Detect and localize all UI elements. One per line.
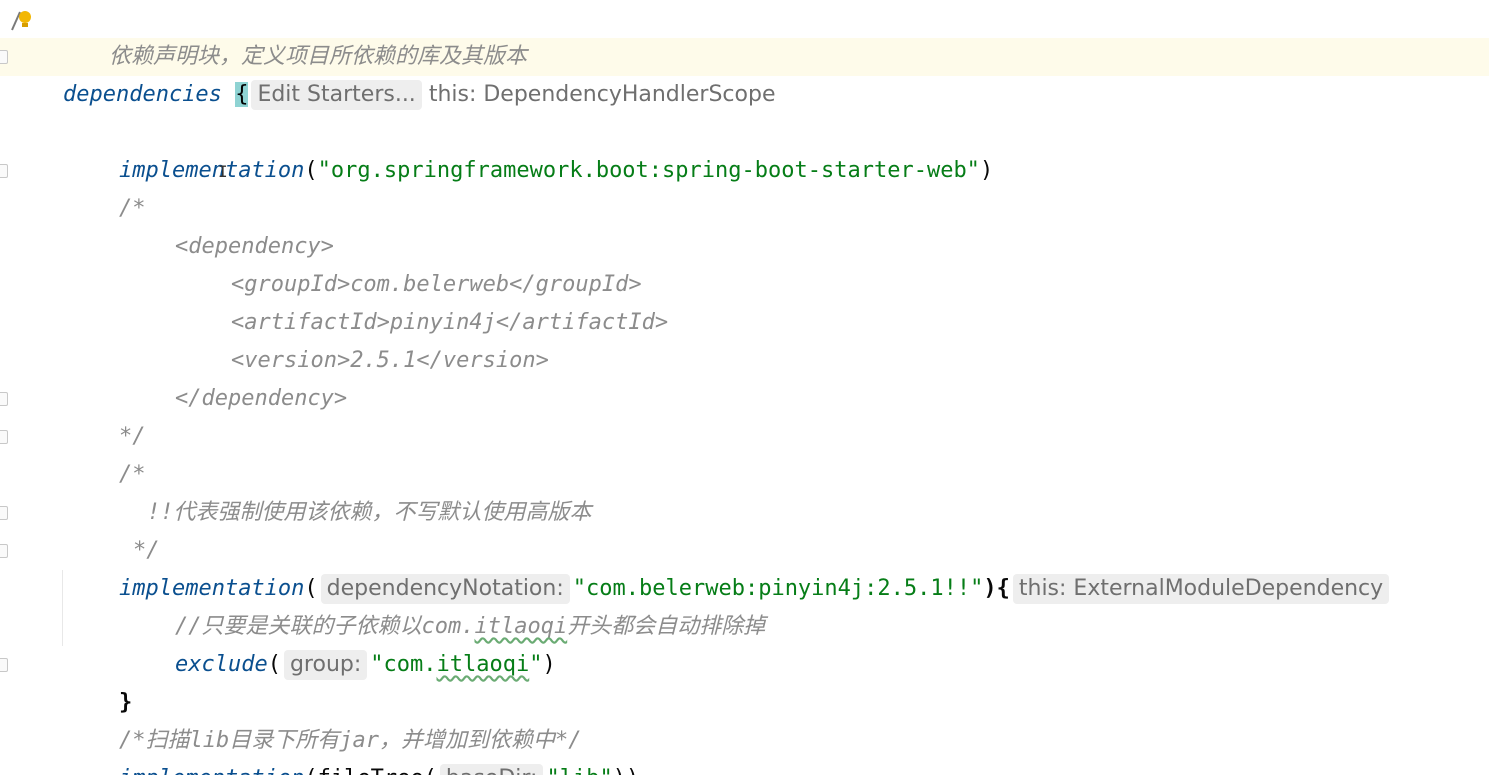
open-paren: ( xyxy=(304,158,318,183)
fold-marker-icon[interactable] xyxy=(0,430,8,444)
close-paren: ) xyxy=(542,652,556,677)
xml-dependency-close: </dependency> xyxy=(174,386,348,411)
implementation-call[interactable]: implementation xyxy=(119,158,304,183)
filetree-call[interactable]: fileTree( xyxy=(318,766,437,775)
exclude-string-suffix: " xyxy=(529,652,543,677)
xml-line: <version>2.5.1</version> xyxy=(178,304,549,373)
block-comment-open: /* xyxy=(66,152,146,221)
close-paren: )) xyxy=(613,766,640,775)
fold-marker-icon[interactable] xyxy=(0,658,8,672)
close-paren-brace: ){ xyxy=(983,576,1010,601)
implementation-call[interactable]: implementation xyxy=(119,766,304,775)
lightbulb-edit-icon[interactable] xyxy=(10,8,32,32)
block-comment-open: /* xyxy=(66,418,146,487)
xml-line: <artifactId>pinyin4j</artifactId> xyxy=(178,266,668,335)
exclude-call[interactable]: exclude xyxy=(175,652,268,677)
param-hint: baseDir: xyxy=(439,764,544,775)
close-brace-line: } xyxy=(66,646,132,715)
exclude-line: exclude(group: "com.itlaoqi") xyxy=(122,608,556,680)
lib-string[interactable]: "lib" xyxy=(546,766,612,775)
fold-marker-icon[interactable] xyxy=(0,164,8,178)
fold-marker-icon[interactable] xyxy=(0,506,8,520)
implementation-line: implementation(dependencyNotation: "com.b… xyxy=(66,532,1392,604)
fold-marker-icon[interactable] xyxy=(0,50,8,64)
receiver-hint: this: ExternalModuleDependency xyxy=(1012,574,1390,604)
edit-starters-hint[interactable]: Edit Starters... xyxy=(251,80,422,110)
comment-line: 依赖声明块，定义项目所依赖的库及其版本 xyxy=(56,0,527,69)
exclude-string-prefix[interactable]: "com. xyxy=(370,652,436,677)
open-paren: ( xyxy=(304,766,317,775)
xml-line: <groupId>com.belerweb</groupId> xyxy=(178,228,642,297)
param-hint: group: xyxy=(283,650,368,680)
comment-text-line: !!代表强制使用该依赖，不写默认使用高版本 xyxy=(94,456,592,525)
implementation-line: implementation("org.springframework.boot… xyxy=(66,114,993,183)
dependencies-line: dependencies {Edit Starters... this: Depe… xyxy=(10,38,779,110)
force-version-comment: !!代表强制使用该依赖，不写默认使用高版本 xyxy=(146,500,592,525)
open-brace[interactable]: { xyxy=(235,82,249,107)
xml-line: </dependency> xyxy=(122,342,347,411)
exclude-comment-suffix: 开头都会自动排除掉 xyxy=(567,614,766,639)
xml-line: <dependency> xyxy=(122,190,334,259)
open-paren: ( xyxy=(267,652,281,677)
fold-marker-icon[interactable] xyxy=(0,544,8,558)
comment-line: /*扫描lib目录下所有jar，并增加到依赖中*/ xyxy=(66,684,581,753)
fold-marker-icon[interactable] xyxy=(0,392,8,406)
dependencies-keyword[interactable]: dependencies xyxy=(63,82,222,107)
dependency-string[interactable]: "org.springframework.boot:spring-boot-st… xyxy=(318,158,980,183)
text-cursor-icon: I xyxy=(218,162,228,181)
scope-type-hint: this: DependencyHandlerScope xyxy=(428,82,776,107)
block-comment-close: */ xyxy=(66,380,146,449)
close-paren: ) xyxy=(979,158,994,183)
editor-gutter xyxy=(0,0,8,775)
typo-word[interactable]: itlaoqi xyxy=(437,652,530,677)
line-comment: //只要是关联的子依赖以com.itlaoqi开头都会自动排除掉 xyxy=(122,570,765,639)
indent-guide xyxy=(62,570,63,646)
implementation-line: implementation(fileTree(baseDir:"lib")) xyxy=(66,722,639,775)
block-comment-close: */ xyxy=(80,494,160,563)
code-editor[interactable]: 依赖声明块，定义项目所依赖的库及其版本 dependencies {Edit S… xyxy=(0,0,1489,775)
